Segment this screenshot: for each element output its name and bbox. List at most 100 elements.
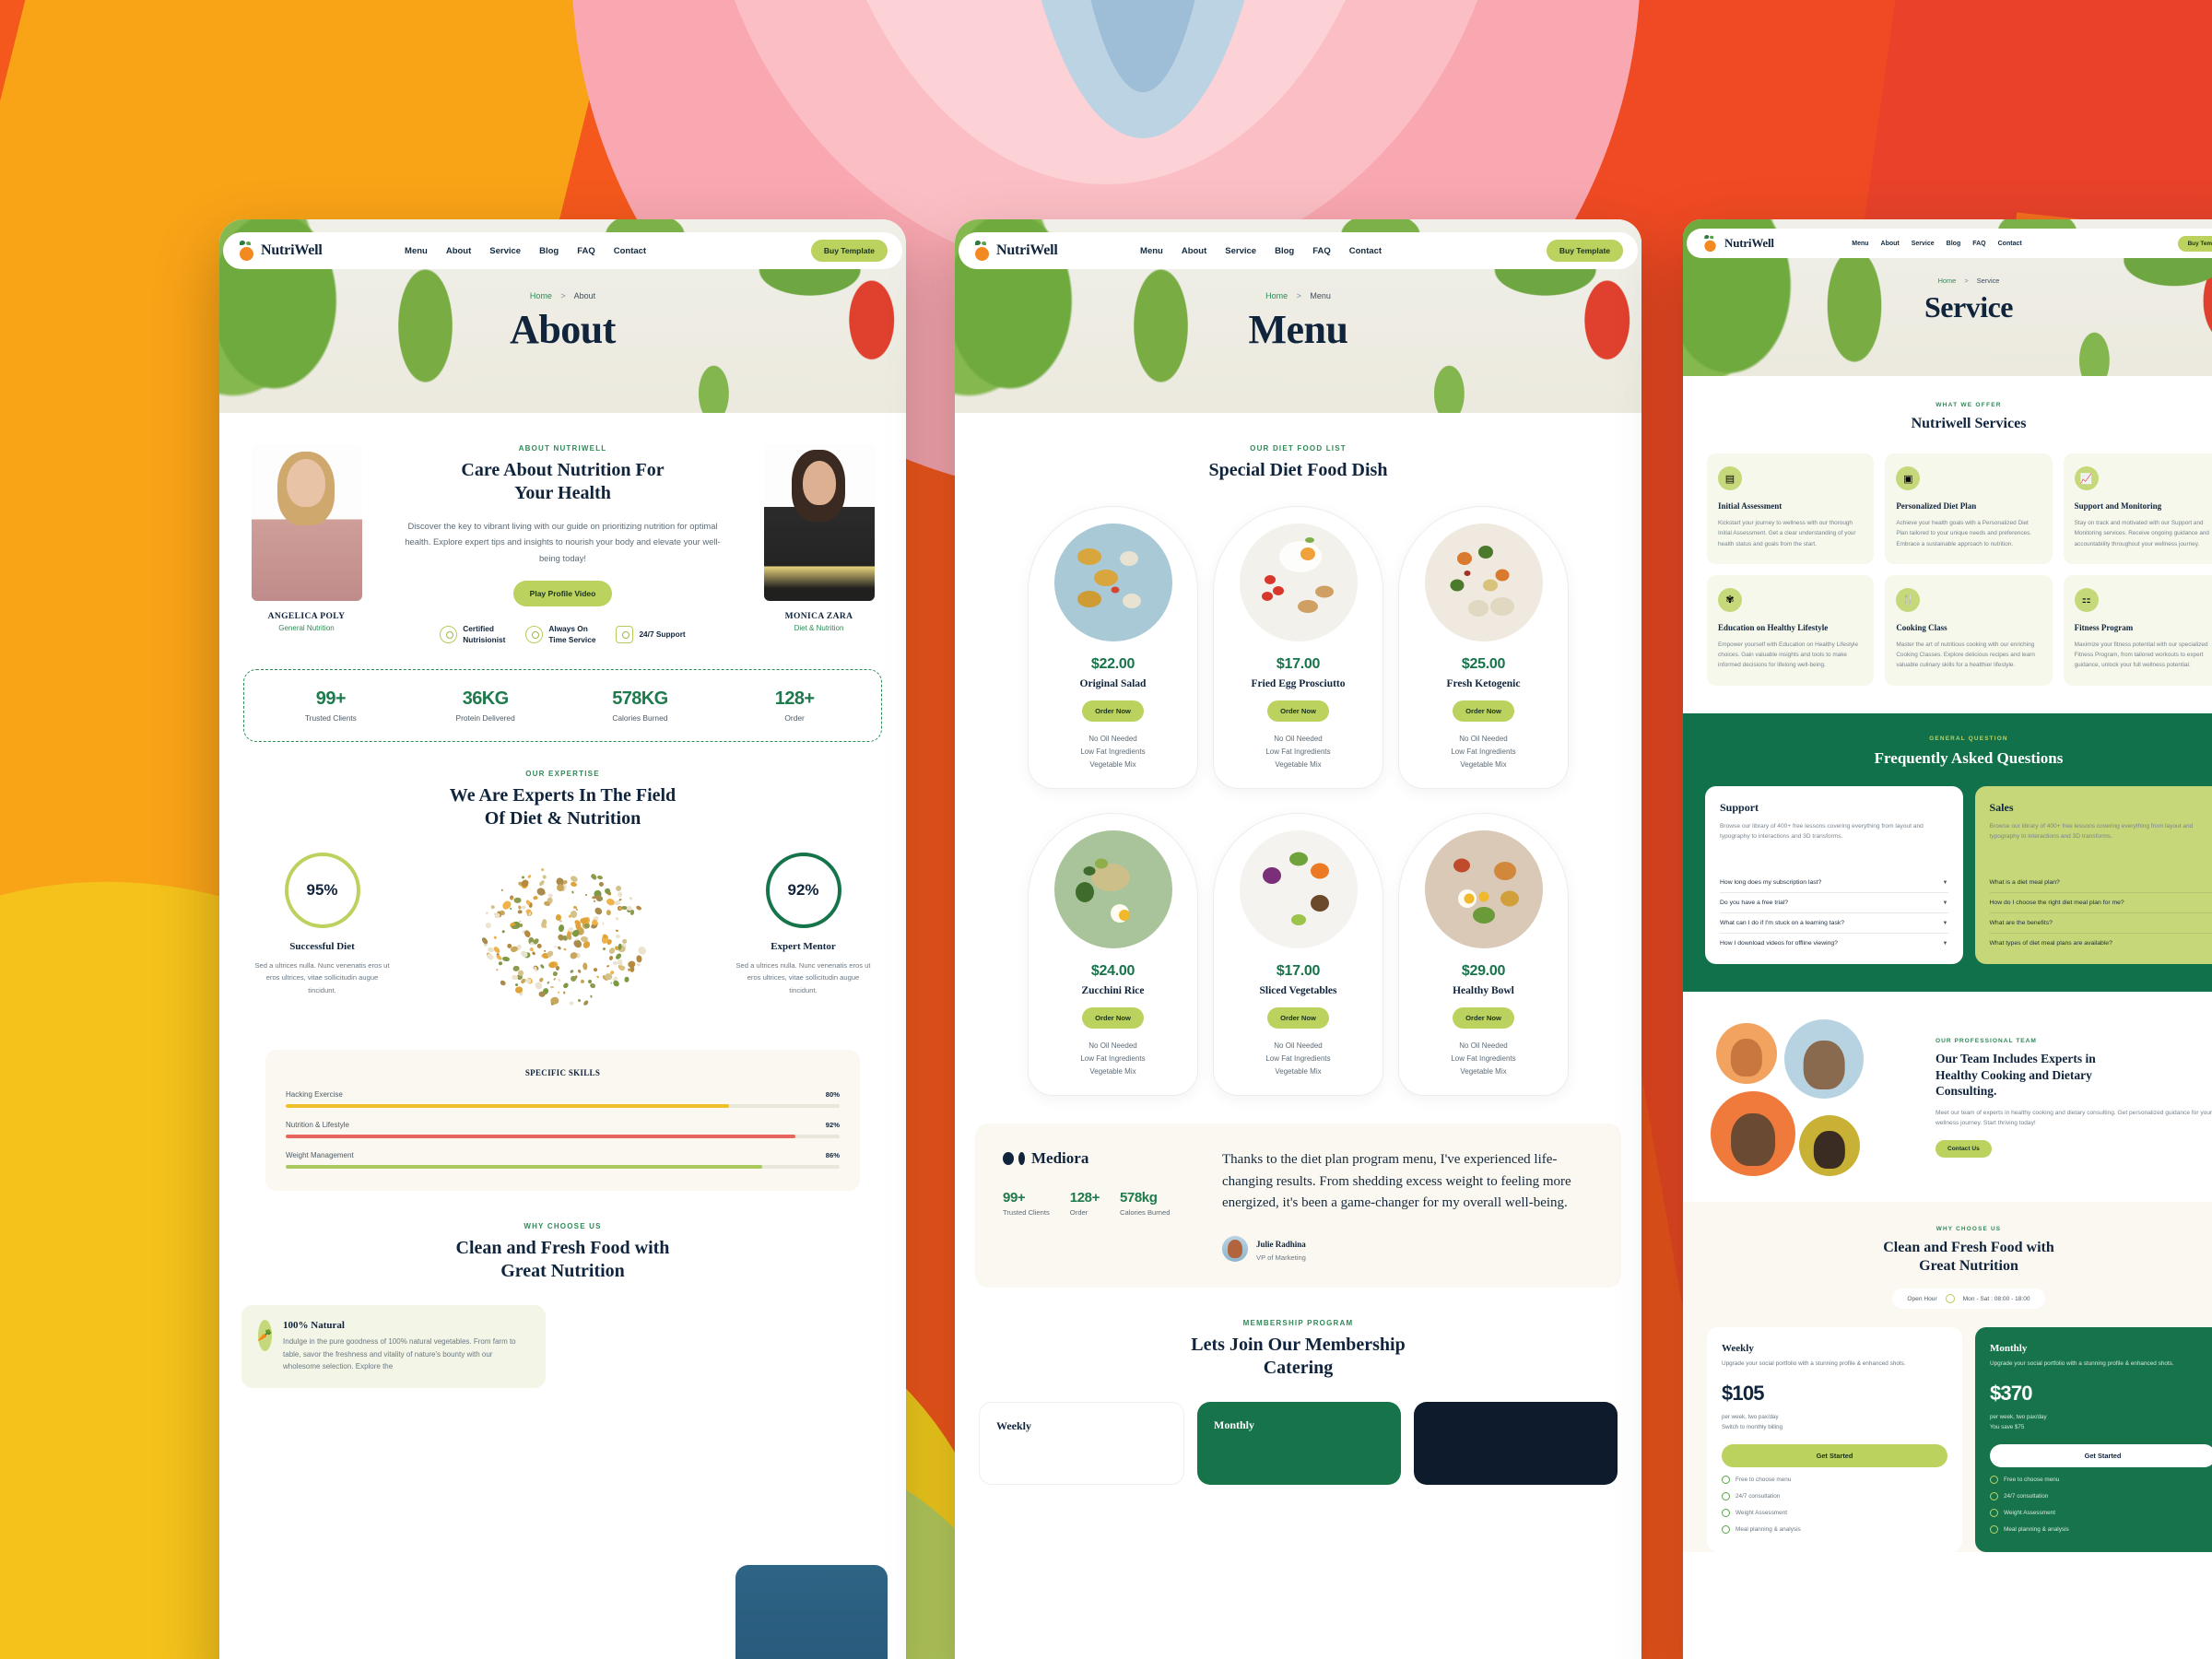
check-circle-icon (1722, 1525, 1730, 1534)
nav-link-menu[interactable]: Menu (1140, 246, 1163, 256)
buy-template-button[interactable]: Buy Template (811, 240, 888, 262)
breadcrumb-home[interactable]: Home (1265, 291, 1288, 300)
buy-template-button[interactable]: Buy Template (1547, 240, 1623, 262)
faq-card-title: Sales (1990, 801, 2212, 815)
nav-link-blog[interactable]: Blog (539, 246, 559, 256)
nav-link-contact[interactable]: Contact (1349, 246, 1382, 256)
nav-link-contact[interactable]: Contact (1998, 241, 2022, 247)
order-now-button[interactable]: Order Now (1267, 700, 1329, 722)
service-card[interactable]: 📈 Support and Monitoring Stay on track a… (2064, 453, 2212, 564)
nav-link-about[interactable]: About (1881, 241, 1900, 247)
faq-question[interactable]: What is a diet meal plan?▼ (1990, 873, 2212, 893)
food-card[interactable]: $17.00 Sliced Vegetables Order Now No Oi… (1213, 813, 1383, 1096)
check-circle-icon (1990, 1509, 1998, 1517)
food-tag: Vegetable Mix (1225, 1065, 1371, 1078)
skill-value: 92% (826, 1121, 840, 1129)
play-profile-video-button[interactable]: Play Profile Video (513, 581, 613, 606)
membership-plan-monthly[interactable]: Monthly (1197, 1402, 1401, 1485)
team-avatar-2 (1784, 1019, 1864, 1099)
nav-link-faq[interactable]: FAQ (577, 246, 595, 256)
service-card[interactable]: ✾ Education on Healthy Lifestyle Empower… (1707, 575, 1874, 686)
food-tag: No Oil Needed (1225, 1040, 1371, 1053)
faq-question[interactable]: Do you have a free trial? ▼ (1720, 893, 1948, 913)
plan-feature: 24/7 consultation (1722, 1492, 1947, 1500)
faq-question[interactable]: What are the benefits?▼ (1990, 913, 2212, 934)
chevron-down-icon: ▼ (1943, 921, 1948, 926)
contact-us-button[interactable]: Contact Us (1936, 1140, 1992, 1158)
get-started-button[interactable]: Get Started (1990, 1444, 2212, 1467)
plan-sub: per week, two pax/day You save $75 (1990, 1413, 2212, 1432)
food-card[interactable]: $24.00 Zucchini Rice Order Now No Oil Ne… (1028, 813, 1198, 1096)
skill-nutrition-lifestyle: Nutrition & Lifestyle 92% (286, 1121, 840, 1138)
membership-plan-weekly[interactable]: Weekly (979, 1402, 1184, 1485)
faq-question[interactable]: How I download videos for offline viewin… (1720, 934, 1948, 953)
nav-link-service[interactable]: Service (489, 246, 521, 256)
page-title: Service (1683, 290, 2212, 324)
order-now-button[interactable]: Order Now (1453, 700, 1514, 722)
nav-link-contact[interactable]: Contact (614, 246, 646, 256)
nav-link-faq[interactable]: FAQ (1312, 246, 1331, 256)
food-tag: Vegetable Mix (1040, 759, 1186, 771)
feature-label: 24/7 Support (639, 629, 685, 640)
nav-link-service[interactable]: Service (1225, 246, 1256, 256)
faq-question[interactable]: What types of diet meal plans are availa… (1990, 934, 2212, 953)
services-section: WHAT WE OFFER Nutriwell Services (1683, 376, 2212, 433)
nav-link-menu[interactable]: Menu (1852, 241, 1868, 247)
brand-logo[interactable]: NutriWell (973, 241, 1058, 261)
membership-plan-third[interactable] (1414, 1402, 1618, 1485)
food-card[interactable]: $25.00 Fresh Ketogenic Order Now No Oil … (1398, 506, 1569, 789)
nav-link-menu[interactable]: Menu (405, 246, 428, 256)
stat-calories-burned: 578KG Calories Burned (563, 688, 718, 723)
service-card[interactable]: ⚏ Fitness Program Maximize your fitness … (2064, 575, 2212, 686)
nav-link-about[interactable]: About (446, 246, 471, 256)
buy-template-button[interactable]: Buy Template (2178, 236, 2212, 252)
monica-name: MONICA ZARA (752, 612, 886, 621)
breadcrumb-current: Menu (1310, 291, 1331, 300)
nav-link-blog[interactable]: Blog (1947, 241, 1961, 247)
skill-bar-fill (286, 1165, 762, 1169)
faq-question[interactable]: How do I choose the right diet meal plan… (1990, 893, 2212, 913)
feature-label: Certified Nutrisionist (463, 623, 505, 645)
food-card[interactable]: $22.00 Original Salad Order Now No Oil N… (1028, 506, 1198, 789)
faq-card-sales: Sales Browse our library of 400+ free le… (1975, 786, 2212, 964)
nav-link-service[interactable]: Service (1912, 241, 1935, 247)
chevron-down-icon: ▼ (1943, 880, 1948, 886)
brand-logo[interactable]: NutriWell (1701, 233, 1774, 253)
order-now-button[interactable]: Order Now (1267, 1007, 1329, 1029)
cutlery-icon: 🍴 (1896, 588, 1920, 612)
dish-name: Fried Egg Prosciutto (1225, 678, 1371, 689)
service-card[interactable]: ▤ Initial Assessment Kickstart your jour… (1707, 453, 1874, 564)
nav-link-about[interactable]: About (1182, 246, 1206, 256)
get-started-button[interactable]: Get Started (1722, 1444, 1947, 1467)
faq-section: GENERAL QUESTION Frequently Asked Questi… (1683, 713, 2212, 993)
order-now-button[interactable]: Order Now (1082, 1007, 1144, 1029)
food-card[interactable]: $17.00 Fried Egg Prosciutto Order Now No… (1213, 506, 1383, 789)
service-card[interactable]: ▣ Personalized Diet Plan Achieve your he… (1885, 453, 2052, 564)
faq-cards: Support Browse our library of 400+ free … (1705, 786, 2212, 964)
order-now-button[interactable]: Order Now (1082, 700, 1144, 722)
dish-name: Zucchini Rice (1040, 985, 1186, 996)
service-card[interactable]: 🍴 Cooking Class Master the art of nutrit… (1885, 575, 2052, 686)
nav-link-blog[interactable]: Blog (1275, 246, 1294, 256)
dish-price: $17.00 (1225, 656, 1371, 673)
nav-link-faq[interactable]: FAQ (1972, 241, 1985, 247)
why-card-desc: Indulge in the pure goodness of 100% nat… (283, 1335, 529, 1373)
check-circle-icon (1722, 1492, 1730, 1500)
faq-question[interactable]: How long does my subscription last? ▼ (1720, 873, 1948, 893)
faq-question[interactable]: What can I do if I'm stuck on a learning… (1720, 913, 1948, 934)
plan-feature: Meal planning & analysis (1722, 1525, 1947, 1534)
plan-feature: Free to choose menu (1722, 1476, 1947, 1484)
author-name: Julie Radhina (1256, 1240, 1306, 1249)
team-avatar-4 (1799, 1115, 1860, 1176)
food-card[interactable]: $29.00 Healthy Bowl Order Now No Oil Nee… (1398, 813, 1569, 1096)
brand-logo[interactable]: NutriWell (238, 241, 323, 261)
team-member-monica: MONICA ZARA Diet & Nutrition (752, 444, 886, 632)
dish-photo (1054, 524, 1172, 641)
why-heading: Clean and Fresh Food with Great Nutritio… (241, 1237, 884, 1283)
breadcrumb-home[interactable]: Home (1938, 276, 1957, 285)
expertise-name: Successful Diet (241, 941, 403, 952)
order-now-button[interactable]: Order Now (1453, 1007, 1514, 1029)
pricing-section: WHY CHOOSE US Clean and Fresh Food with … (1683, 1202, 2212, 1552)
food-tags: No Oil Needed Low Fat Ingredients Vegetabl… (1410, 733, 1557, 771)
breadcrumb-home[interactable]: Home (530, 291, 552, 300)
